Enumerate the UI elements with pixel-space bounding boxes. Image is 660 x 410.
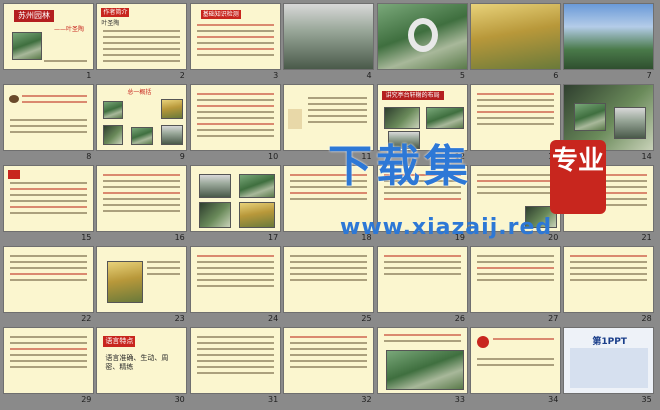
slide-number: 35	[641, 395, 652, 404]
slide-photo	[563, 3, 655, 70]
slide-title: 基础知识检测	[200, 10, 241, 19]
slide-number: 2	[179, 71, 185, 80]
watermark-title: 下载集	[328, 141, 472, 192]
slide-number: 31	[267, 395, 279, 404]
slide-title: 语言特点	[103, 336, 136, 347]
slide-number: 32	[361, 395, 372, 404]
slide-number: 33	[454, 395, 465, 404]
slide-thumbnail-25[interactable]: 25	[283, 246, 375, 327]
slide-thumbnail-22[interactable]: 22	[3, 246, 94, 327]
slide-number: 28	[641, 314, 652, 323]
slide-number: 14	[641, 152, 652, 161]
slide-title: 作者简介	[101, 8, 130, 17]
slide-title: 第1PPT	[592, 337, 627, 347]
slide-title: 讲究亭台轩榭的布局	[381, 91, 444, 100]
slide-number: 22	[81, 314, 92, 323]
slide-number: 29	[81, 395, 92, 404]
slide-thumbnail-13[interactable]: 13	[469, 84, 561, 165]
slide-number: 24	[267, 314, 279, 323]
slide-number: 15	[81, 233, 92, 242]
slide-number: 4	[366, 71, 372, 80]
slide-number: 25	[361, 314, 372, 323]
slide-thumbnail-9[interactable]: 总一概括 9	[96, 84, 188, 165]
slide-title: 苏州园林	[14, 10, 54, 22]
slide-thumbnail-4[interactable]: 4	[283, 3, 375, 84]
slide-thumbnail-5[interactable]: 5	[376, 3, 468, 84]
slide-photo	[376, 3, 468, 70]
slide-thumbnail-26[interactable]: 26	[376, 246, 468, 327]
slide-thumbnail-35[interactable]: 第1PPT 35	[563, 327, 655, 408]
slide-subtitle: ——叶圣陶	[54, 26, 85, 33]
slide-thumbnail-2[interactable]: 作者简介 叶圣陶 2	[96, 3, 188, 84]
slide-thumbnail-3[interactable]: 基础知识检测 3	[189, 3, 281, 84]
slide-photo	[283, 3, 375, 70]
slide-number: 34	[548, 395, 559, 404]
slide-thumbnail-29[interactable]: 29	[3, 327, 94, 408]
slide-thumbnail-8[interactable]: 8	[3, 84, 94, 165]
slide-photo	[469, 3, 561, 70]
slide-number: 17	[267, 233, 279, 242]
slide-thumbnail-33[interactable]: 33	[376, 327, 468, 408]
slide-number: 21	[641, 233, 652, 242]
slide-thumbnail-6[interactable]: 6	[469, 3, 561, 84]
watermark-seal: 专业	[550, 140, 606, 214]
slide-thumbnail-7[interactable]: 7	[563, 3, 655, 84]
slide-thumbnail-30[interactable]: 语言特点 语言准确、生动、周密、精练 30	[96, 327, 188, 408]
slide-thumbnail-28[interactable]: 28	[563, 246, 655, 327]
slide-thumbnail-1[interactable]: 苏州园林 ——叶圣陶 1	[3, 3, 94, 84]
slide-thumbnail-34[interactable]: 34	[469, 327, 561, 408]
slide-number: 16	[174, 233, 185, 242]
slide-subtitle: 语言准确、生动、周密、精练	[105, 354, 169, 371]
slide-thumbnail-10[interactable]: 10	[189, 84, 281, 165]
slide-number: 6	[553, 71, 559, 80]
slide-number: 26	[454, 314, 465, 323]
slide-number: 9	[179, 152, 185, 161]
slide-thumbnail-17[interactable]: 17	[189, 165, 281, 246]
watermark-url: www.xiazaij.red	[340, 215, 553, 240]
slide-number: 5	[459, 71, 465, 80]
slide-thumbnail-31[interactable]: 31	[189, 327, 281, 408]
slide-title: 总一概括	[127, 89, 152, 96]
slide-thumbnail-24[interactable]: 24	[189, 246, 281, 327]
slide-number: 23	[174, 314, 185, 323]
slide-thumbnail-32[interactable]: 32	[283, 327, 375, 408]
slide-number: 1	[86, 71, 92, 80]
slide-subtitle: 叶圣陶	[101, 20, 120, 27]
slide-thumbnail-15[interactable]: 15	[3, 165, 94, 246]
slide-thumbnail-27[interactable]: 27	[469, 246, 561, 327]
slide-number: 3	[273, 71, 279, 80]
slide-number: 30	[174, 395, 185, 404]
slide-number: 27	[548, 314, 559, 323]
slide-thumbnail-16[interactable]: 16	[96, 165, 188, 246]
slide-thumbnail-23[interactable]: 23	[96, 246, 188, 327]
slide-number: 10	[267, 152, 279, 161]
slide-number: 8	[86, 152, 92, 161]
slide-number: 7	[646, 71, 652, 80]
